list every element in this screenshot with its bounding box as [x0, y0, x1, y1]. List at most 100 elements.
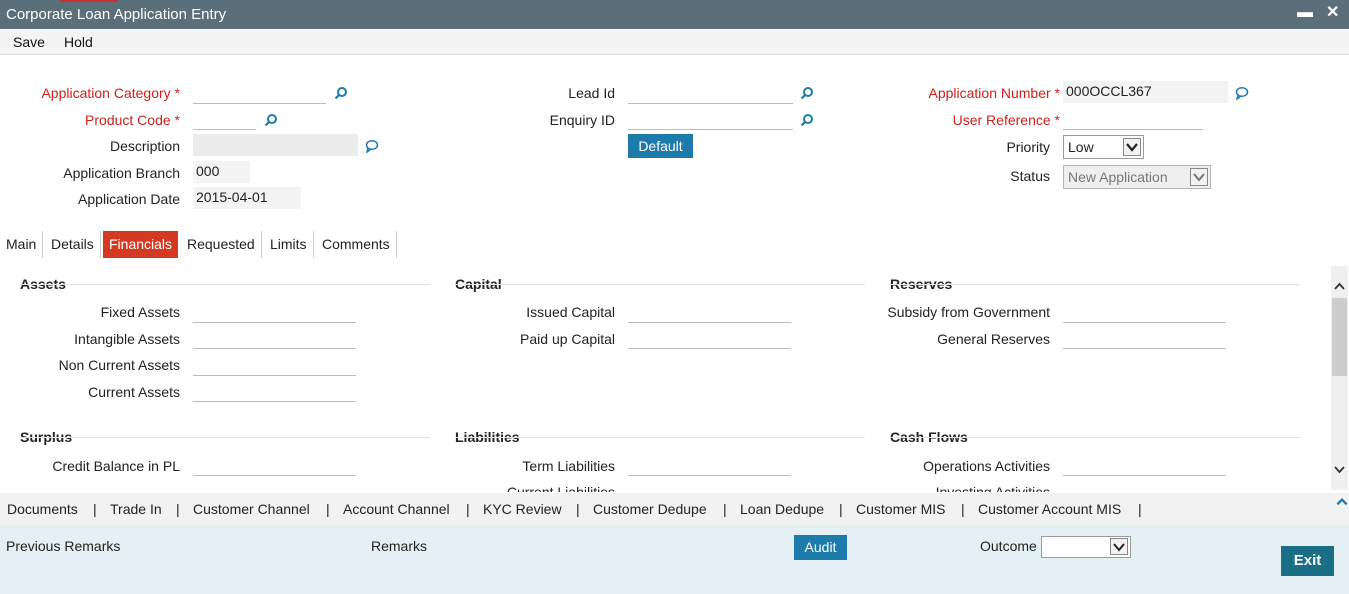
- tab-details[interactable]: Details: [45, 231, 101, 258]
- customer-mis-link[interactable]: Customer MIS: [856, 501, 945, 517]
- chevron-down-icon: [1190, 168, 1208, 186]
- priority-label: Priority: [1006, 139, 1050, 155]
- search-icon[interactable]: [800, 113, 814, 127]
- application-category-input[interactable]: [193, 82, 326, 104]
- application-number-input: 000OCCL367: [1063, 81, 1228, 103]
- remarks-label[interactable]: Remarks: [371, 538, 427, 554]
- priority-select[interactable]: Low: [1063, 135, 1144, 159]
- tab-requested[interactable]: Requested: [181, 231, 262, 258]
- status-select: New Application: [1063, 165, 1211, 189]
- scroll-down-icon[interactable]: [1333, 463, 1346, 476]
- product-code-label: Product Code *: [20, 112, 180, 128]
- user-reference-label-text: User Reference: [952, 112, 1051, 128]
- current-liabilities-label: Current Liabilities: [506, 484, 615, 492]
- section-divider: [20, 437, 430, 438]
- product-code-label-text: Product Code: [85, 112, 171, 128]
- application-number-label: Application Number *: [890, 85, 1060, 101]
- application-branch-input: 000: [193, 161, 250, 183]
- close-icon[interactable]: ✕: [1326, 4, 1339, 22]
- tab-comments[interactable]: Comments: [316, 231, 397, 258]
- loan-dedupe-link[interactable]: Loan Dedupe: [740, 501, 824, 517]
- exit-button[interactable]: Exit: [1281, 546, 1334, 576]
- non-current-assets-label: Non Current Assets: [58, 357, 180, 373]
- subsidy-from-government-label: Subsidy from Government: [887, 304, 1050, 320]
- kyc-review-link[interactable]: KYC Review: [483, 501, 562, 517]
- customer-account-mis-link[interactable]: Customer Account MIS: [978, 501, 1121, 517]
- outcome-select[interactable]: [1041, 536, 1131, 558]
- subsystem-links-bar: Documents | Trade In | Customer Channel …: [0, 493, 1349, 525]
- search-icon[interactable]: [264, 113, 278, 127]
- non-current-assets-input[interactable]: [193, 354, 356, 376]
- documents-link[interactable]: Documents: [7, 501, 78, 517]
- product-code-input[interactable]: [193, 108, 256, 130]
- account-channel-link[interactable]: Account Channel: [343, 501, 450, 517]
- paid-up-capital-input[interactable]: [628, 327, 791, 349]
- lead-id-input[interactable]: [628, 82, 793, 104]
- search-icon[interactable]: [334, 86, 348, 100]
- window-titlebar: Corporate Loan Application Entry ▬ ✕: [0, 0, 1349, 29]
- vertical-scrollbar[interactable]: [1331, 266, 1348, 490]
- save-menu-item[interactable]: Save: [13, 34, 45, 50]
- customer-channel-link[interactable]: Customer Channel: [193, 501, 310, 517]
- section-divider: [455, 437, 865, 438]
- term-liabilities-label: Term Liabilities: [522, 458, 615, 474]
- current-assets-input[interactable]: [193, 380, 356, 402]
- hold-menu-item[interactable]: Hold: [64, 34, 93, 50]
- operations-activities-input[interactable]: [1063, 454, 1226, 476]
- enquiry-id-input[interactable]: [628, 108, 793, 130]
- tab-main[interactable]: Main: [0, 231, 44, 258]
- credit-balance-in-pl-input[interactable]: [193, 454, 356, 476]
- tab-limits[interactable]: Limits: [264, 231, 314, 258]
- previous-remarks-label[interactable]: Previous Remarks: [6, 538, 120, 554]
- user-reference-input[interactable]: [1063, 108, 1203, 130]
- priority-select-value: Low: [1068, 139, 1094, 155]
- required-marker: *: [174, 85, 180, 101]
- section-divider: [20, 284, 430, 285]
- required-marker: *: [174, 112, 180, 128]
- investing-activities-label: Investing Activities: [935, 484, 1050, 492]
- term-liabilities-input[interactable]: [628, 454, 791, 476]
- intangible-assets-input[interactable]: [193, 327, 356, 349]
- application-date-label: Application Date: [78, 191, 180, 207]
- paid-up-capital-label: Paid up Capital: [520, 331, 615, 347]
- credit-balance-in-pl-label: Credit Balance in PL: [52, 458, 180, 474]
- comment-bubble-icon[interactable]: [365, 139, 379, 153]
- financials-panel: Assets Fixed Assets Intangible Assets No…: [0, 265, 1330, 492]
- chevron-down-icon: [1110, 538, 1128, 555]
- general-reserves-input[interactable]: [1063, 327, 1226, 349]
- status-label: Status: [1010, 168, 1050, 184]
- minimize-icon[interactable]: ▬: [1297, 4, 1313, 22]
- outcome-label: Outcome: [980, 538, 1037, 554]
- titlebar-accent: [60, 0, 118, 2]
- application-number-label-text: Application Number: [928, 85, 1051, 101]
- comment-bubble-icon[interactable]: [1235, 86, 1249, 100]
- collapse-up-icon[interactable]: [1335, 495, 1348, 507]
- scrollbar-thumb[interactable]: [1332, 298, 1347, 376]
- audit-button[interactable]: Audit: [794, 535, 847, 560]
- enquiry-id-label: Enquiry ID: [549, 112, 615, 128]
- trade-in-link[interactable]: Trade In: [110, 501, 162, 517]
- operations-activities-label: Operations Activities: [923, 458, 1050, 474]
- default-button[interactable]: Default: [628, 134, 693, 158]
- customer-dedupe-link[interactable]: Customer Dedupe: [593, 501, 707, 517]
- description-input: [193, 134, 358, 156]
- status-select-value: New Application: [1068, 169, 1168, 185]
- issued-capital-input[interactable]: [628, 301, 791, 323]
- user-reference-label: User Reference *: [890, 112, 1060, 128]
- link-separator: |: [723, 501, 727, 517]
- subsidy-from-government-input[interactable]: [1063, 301, 1226, 323]
- tab-financials[interactable]: Financials: [103, 231, 179, 258]
- intangible-assets-label: Intangible Assets: [74, 331, 180, 347]
- fixed-assets-input[interactable]: [193, 301, 356, 323]
- application-date-input: 2015-04-01: [193, 187, 301, 209]
- window-title: Corporate Loan Application Entry: [6, 6, 227, 23]
- link-separator: |: [466, 501, 470, 517]
- link-separator: |: [93, 501, 97, 517]
- link-separator: |: [576, 501, 580, 517]
- scroll-up-icon[interactable]: [1333, 280, 1346, 293]
- general-reserves-label: General Reserves: [937, 331, 1050, 347]
- description-label: Description: [109, 138, 180, 154]
- search-icon[interactable]: [800, 86, 814, 100]
- link-separator: |: [326, 501, 330, 517]
- application-category-label: Application Category *: [20, 85, 180, 101]
